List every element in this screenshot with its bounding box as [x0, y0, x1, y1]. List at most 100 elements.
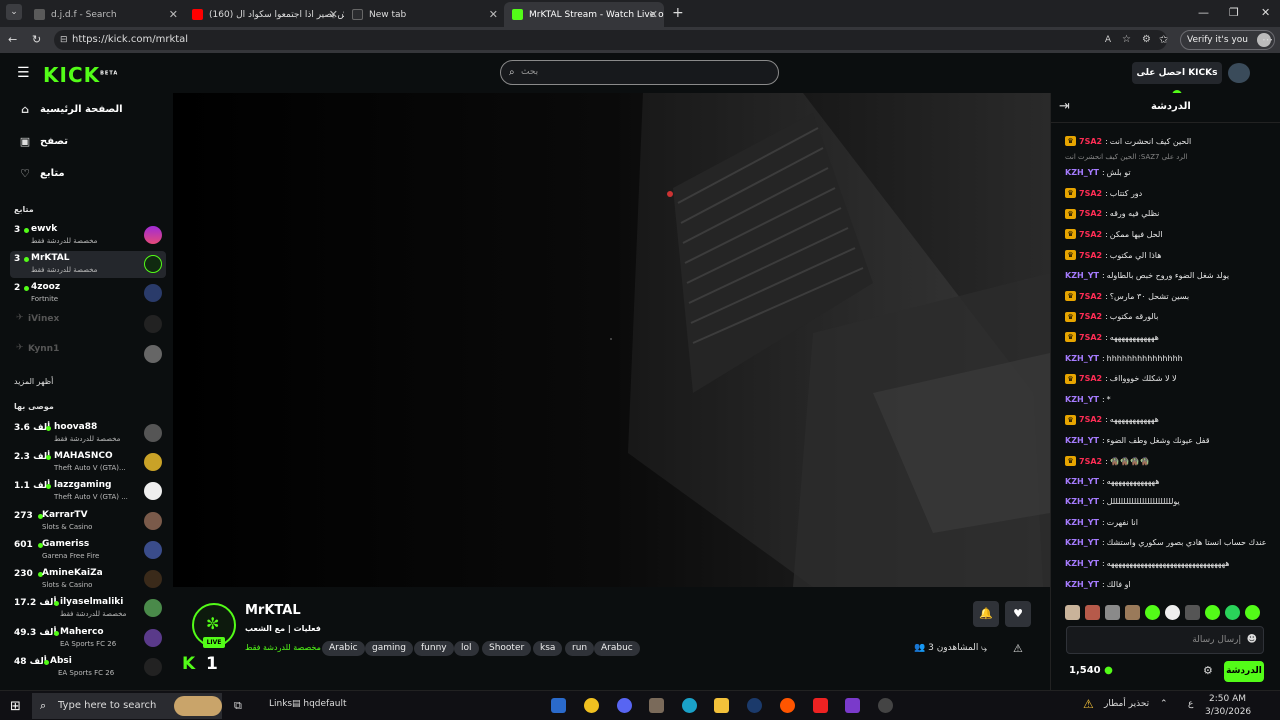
chat-username[interactable]: 7SA2 [1079, 292, 1102, 301]
emote-4[interactable] [1125, 605, 1140, 620]
chat-send-button[interactable]: الدردشة [1224, 661, 1264, 682]
sidebar-channel-lazzgaming[interactable]: 1.1 ألف lazzgaming Theft Auto V (GTA) ..… [10, 478, 166, 505]
chat-message[interactable]: ♛ 7SA2: بسين تشحل ٣٠ مارس؟ [1065, 289, 1270, 303]
tag-funny[interactable]: funny [414, 641, 454, 656]
close-tab-icon[interactable]: ✕ [649, 8, 658, 21]
emote-10[interactable] [1245, 605, 1260, 620]
emote-7[interactable] [1185, 605, 1200, 620]
kick-logo[interactable]: KICKBETA [43, 63, 118, 87]
hqdefault-item[interactable]: ▤ hqdefault [292, 699, 346, 709]
close-tab-icon[interactable]: ✕ [329, 8, 338, 21]
edge-browser-icon[interactable] [682, 698, 697, 713]
more-menu-icon[interactable]: ⋯ [1262, 33, 1273, 46]
chat-message[interactable]: ♛ 7SA2: الحل فيها ممكن [1065, 227, 1270, 241]
clock-date[interactable]: 3/30/2026 [1205, 707, 1251, 717]
language-indicator[interactable]: ع [1188, 699, 1193, 709]
get-kicks-button[interactable]: احصل على KICKs [1132, 62, 1222, 100]
chat-username[interactable]: 7SA2 [1079, 457, 1102, 466]
chat-message[interactable]: KZH_YT: انا نفهرت [1065, 515, 1270, 529]
chat-username[interactable]: 7SA2 [1079, 189, 1102, 198]
sidebar-channel-mahasnco[interactable]: 2.3 ألف MAHASNCO Theft Auto V (GTA)... [10, 449, 166, 476]
show-more-link[interactable]: أظهر المزيد [14, 377, 53, 386]
chat-message[interactable]: ♛ 7SA2: 🧌🧌🧌🧌 [1065, 454, 1270, 468]
discord-icon[interactable] [617, 698, 632, 713]
sidebar-channel-ewvk[interactable]: 3 ewvk مخصصة للدردشة فقط [10, 222, 166, 249]
sidebar-channel-gameriss[interactable]: 601 Gameriss Garena Free Fire [10, 537, 166, 564]
windows-start-icon[interactable]: ⊞ [10, 699, 21, 714]
app-red-icon[interactable] [813, 698, 828, 713]
share-icon[interactable]: ⤷ [981, 642, 987, 656]
chat-username[interactable]: 7SA2 [1079, 230, 1102, 239]
emote-1[interactable] [1065, 605, 1080, 620]
chat-message[interactable]: KZH_YT: يولللللللللللللللللللللللل [1065, 495, 1270, 509]
browser-tab-kick[interactable]: MrKTAL Stream - Watch Live on Kick ✕ [504, 2, 664, 27]
chat-username[interactable]: KZH_YT [1065, 395, 1099, 404]
sidebar-channel-ilyaselmaliki[interactable]: 17.2 ألف ilyaselmaliki مخصصة للدردشة فقط [10, 595, 166, 622]
browser-tab-newtab[interactable]: New tab ✕ [344, 2, 504, 27]
clock-time[interactable]: 2:50 AM [1209, 694, 1246, 704]
photo-app-icon[interactable] [649, 698, 664, 713]
chat-message[interactable]: KZH_YT: قفل عيونك وشغل وطف الضوء [1065, 433, 1270, 447]
tray-chevron-icon[interactable]: ⌃ [1160, 699, 1168, 709]
sidebar-channel-maherco[interactable]: 49.3 ألف Maherco EA Sports FC 26 [10, 625, 166, 652]
chat-message[interactable]: KZH_YT: هههههههههههههه [1065, 474, 1270, 488]
sidebar-channel-kynn1[interactable]: ✈ Kynn1 [10, 341, 166, 368]
tag-arabic[interactable]: Arabic [322, 641, 365, 656]
emote-5[interactable] [1145, 605, 1160, 620]
links-toolbar[interactable]: Links [269, 699, 292, 709]
sidebar-channel-absi[interactable]: 48 ألف Absi EA Sports FC 26 [10, 654, 166, 681]
video-player[interactable] [173, 93, 1050, 587]
extensions-icon[interactable]: ⚙ [1142, 30, 1151, 50]
chat-username[interactable]: 7SA2 [1079, 374, 1102, 383]
chat-message[interactable]: KZH_YT: تو بلش [1065, 166, 1270, 180]
chat-username[interactable]: 7SA2 [1079, 415, 1102, 424]
chat-message[interactable]: KZH_YT: ههههههههههههههههههههههههههههههههه [1065, 556, 1270, 570]
collapse-chat-icon[interactable]: ⇥ [1059, 99, 1070, 114]
app-purple-icon[interactable] [845, 698, 860, 713]
verify-button[interactable]: Verify it's you [1180, 30, 1275, 50]
report-icon[interactable]: ⚠ [1013, 642, 1023, 655]
chat-message[interactable]: ♛ 7SA2: الحين كيف انحشرت انت [1065, 134, 1270, 148]
chat-username[interactable]: KZH_YT [1065, 271, 1099, 280]
kicks-points[interactable]: 1,540 ● [1069, 665, 1113, 676]
read-aloud-icon[interactable]: A [1105, 30, 1111, 50]
favorite-star-icon[interactable]: ☆ [1122, 30, 1131, 50]
sidebar-channel-mrktal[interactable]: 3 MrKTAL مخصصة للدردشة فقط [10, 251, 166, 278]
channel-name-title[interactable]: MrKTAL [245, 603, 301, 618]
weather-label[interactable]: تحذير أمطار [1104, 699, 1149, 709]
chat-username[interactable]: KZH_YT [1065, 580, 1099, 589]
chat-username[interactable]: KZH_YT [1065, 436, 1099, 445]
chat-message[interactable]: KZH_YT: hhhhhhhhhhhhhhh [1065, 351, 1270, 365]
tag-shooter[interactable]: Shooter [482, 641, 532, 656]
chat-message[interactable]: KZH_YT: عندك حساب انستا هادي بصور سكوري و… [1065, 536, 1270, 550]
chat-username[interactable]: KZH_YT [1065, 559, 1099, 568]
outlook-icon[interactable] [551, 698, 566, 713]
sidebar-channel-karrartv[interactable]: 273 KarrarTV Slots & Casino [10, 508, 166, 535]
app-orange-icon[interactable] [780, 698, 795, 713]
chat-username[interactable]: KZH_YT [1065, 497, 1099, 506]
chat-username[interactable]: 7SA2 [1079, 209, 1102, 218]
close-window-icon[interactable]: ✕ [1261, 6, 1270, 19]
emote-2[interactable] [1085, 605, 1100, 620]
chat-username[interactable]: 7SA2 [1079, 137, 1102, 146]
close-tab-icon[interactable]: ✕ [169, 8, 178, 21]
chat-username[interactable]: KZH_YT [1065, 477, 1099, 486]
back-icon[interactable]: ← [8, 33, 17, 46]
emote-9[interactable] [1225, 605, 1240, 620]
close-tab-icon[interactable]: ✕ [489, 8, 498, 21]
chat-message[interactable]: KZH_YT: او فالك [1065, 577, 1270, 591]
chat-username[interactable]: 7SA2 [1079, 333, 1102, 342]
nav-home[interactable]: ⌂ الصفحة الرئيسية [18, 100, 123, 118]
tab-list-icon[interactable]: ⌄ [6, 4, 22, 20]
url-field[interactable]: ⊟ https://kick.com/mrktal A ☆ ⚙ [54, 30, 1167, 50]
user-avatar[interactable] [1228, 63, 1250, 83]
chat-message[interactable]: KZH_YT: يولد شغل الضوء وروح خبص بالطاوله [1065, 269, 1270, 283]
chat-message[interactable]: KZH_YT: * [1065, 392, 1270, 406]
sidebar-channel-aminekaiza[interactable]: 230 AmineKaiZa Slots & Casino [10, 566, 166, 593]
file-explorer-icon[interactable] [714, 698, 729, 713]
chat-message[interactable]: ♛ 7SA2: لا لا شكلك خوووااف [1065, 372, 1270, 386]
sidebar-channel-hoova88[interactable]: 3.6 ألف hoova88 مخصصة للدردشة فقط [10, 420, 166, 447]
chat-message[interactable]: ♛ 7SA2: هاذا الي مكتوب [1065, 248, 1270, 262]
refresh-icon[interactable]: ↻ [32, 33, 41, 46]
browser-tab-search[interactable]: d.j.d.f - Search ✕ [26, 2, 184, 27]
